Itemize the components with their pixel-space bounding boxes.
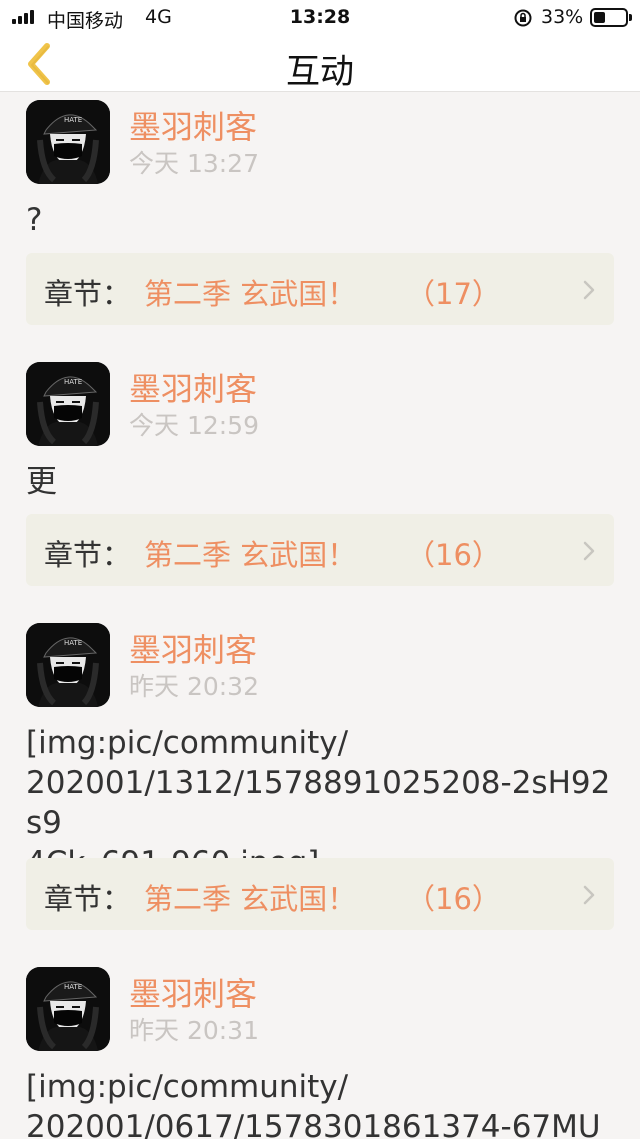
status-bar: 中国移动 4G 13:28 33% bbox=[0, 0, 640, 36]
comment-content: ? bbox=[26, 202, 43, 238]
comment-content: [img:pic/community/ 202001/0617/15783018… bbox=[26, 1069, 601, 1139]
avatar[interactable]: HATE bbox=[26, 100, 110, 184]
interaction-feed[interactable]: HATE 墨羽刺客 今天 13:27 ? 章节： 第二季 玄武国！ （17） H… bbox=[0, 92, 640, 1139]
chapter-count: （16） bbox=[406, 882, 501, 916]
svg-text:HATE: HATE bbox=[64, 378, 82, 386]
post-time: 今天 12:59 bbox=[129, 411, 259, 440]
battery-percent: 33% bbox=[541, 6, 584, 28]
post-time: 今天 13:27 bbox=[129, 149, 259, 178]
chapter-name: 第二季 玄武国！ bbox=[144, 538, 357, 572]
avatar-image: HATE bbox=[26, 623, 110, 707]
chevron-right-icon bbox=[583, 885, 595, 905]
author-name[interactable]: 墨羽刺客 bbox=[129, 364, 257, 410]
chevron-right-icon bbox=[583, 541, 595, 561]
author-name[interactable]: 墨羽刺客 bbox=[129, 969, 257, 1015]
page-title: 互动 bbox=[286, 52, 354, 92]
chapter-name: 第二季 玄武国！ bbox=[144, 277, 357, 311]
chapter-label: 章节： bbox=[44, 538, 132, 572]
avatar[interactable]: HATE bbox=[26, 623, 110, 707]
chevron-right-icon bbox=[583, 280, 595, 300]
nav-bar: 互动 bbox=[0, 36, 640, 92]
chapter-label: 章节： bbox=[44, 277, 132, 311]
rotation-lock-icon bbox=[514, 9, 532, 27]
chapter-label: 章节： bbox=[44, 882, 132, 916]
avatar-image: HATE bbox=[26, 100, 110, 184]
author-name[interactable]: 墨羽刺客 bbox=[129, 102, 257, 148]
chapter-link[interactable]: 章节： 第二季 玄武国！ （17） bbox=[26, 253, 614, 325]
chapter-link[interactable]: 章节： 第二季 玄武国！ （16） bbox=[26, 858, 614, 930]
battery-icon bbox=[590, 8, 632, 27]
avatar-image: HATE bbox=[26, 967, 110, 1051]
avatar[interactable]: HATE bbox=[26, 362, 110, 446]
post-time: 昨天 20:32 bbox=[129, 672, 259, 701]
post-time: 昨天 20:31 bbox=[129, 1016, 259, 1045]
svg-text:HATE: HATE bbox=[64, 116, 82, 124]
chapter-name: 第二季 玄武国！ bbox=[144, 882, 357, 916]
svg-text:HATE: HATE bbox=[64, 983, 82, 991]
chapter-count: （17） bbox=[406, 277, 501, 311]
comment-content: 更 bbox=[26, 464, 57, 500]
avatar[interactable]: HATE bbox=[26, 967, 110, 1051]
chapter-count: （16） bbox=[406, 538, 501, 572]
svg-text:HATE: HATE bbox=[64, 639, 82, 647]
chapter-link[interactable]: 章节： 第二季 玄武国！ （16） bbox=[26, 514, 614, 586]
avatar-image: HATE bbox=[26, 362, 110, 446]
author-name[interactable]: 墨羽刺客 bbox=[129, 625, 257, 671]
